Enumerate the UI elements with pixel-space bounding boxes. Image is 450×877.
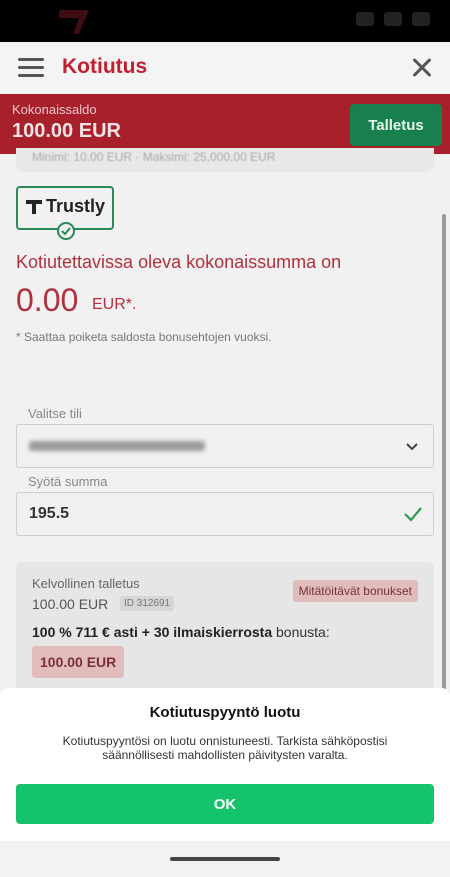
hamburger-icon[interactable] — [18, 58, 44, 78]
valid-deposit-amount: 100.00 EUR — [32, 596, 109, 612]
page-title: Kotiutus — [62, 55, 148, 78]
payment-method-trustly[interactable]: Trustly — [16, 186, 114, 240]
account-select[interactable] — [16, 424, 434, 468]
bonus-amount-badge: 100.00 EUR — [32, 646, 125, 678]
battery-icon — [412, 12, 430, 26]
withdrawal-screen: Kotiutus Kokonaissaldo 100.00 EUR Tallet… — [0, 42, 450, 877]
close-icon[interactable] — [408, 54, 436, 82]
selected-check-icon — [57, 222, 75, 240]
balance-bar: Kokonaissaldo 100.00 EUR Talletus — [0, 94, 450, 154]
status-icons — [356, 12, 430, 26]
home-indicator[interactable] — [170, 857, 280, 861]
withdrawable-currency: EUR*. — [92, 296, 137, 313]
cancel-bonuses-button[interactable]: Mitätöitävät bonukset — [292, 580, 418, 602]
payment-method-name: Trustly — [46, 196, 106, 216]
top-header: Kotiutus — [0, 42, 450, 94]
limits-card: Minimi: 10.00 EUR · Maksimi: 25,000.00 E… — [16, 148, 434, 172]
bonus-offer-bold: 100 % 711 € asti + 30 ilmaiskierrosta — [32, 624, 273, 640]
bonus-offer-suffix: bonusta: — [272, 624, 330, 640]
dialog-title: Kotiutuspyyntö luotu — [149, 704, 301, 721]
withdrawable-headline: Kotiutettavissa oleva kokonaissumma on — [16, 252, 342, 272]
limits-text: Minimi: 10.00 EUR · Maksimi: 25,000.00 E… — [32, 150, 276, 164]
balance-value: 100.00 EUR — [12, 120, 121, 142]
balance-footnote: * Saattaa poiketa saldosta bonusehtojen … — [16, 330, 272, 344]
success-dialog: Kotiutuspyyntö luotu Kotiutuspyyntösi on… — [0, 688, 450, 841]
balance-label: Kokonaissaldo — [12, 102, 97, 117]
dialog-message: Kotiutuspyyntösi on luotu onnistuneesti.… — [62, 734, 388, 762]
amount-input-label: Syötä summa — [28, 474, 108, 489]
scrollbar[interactable] — [442, 214, 446, 714]
bonus-offer-line: 100 % 711 € asti + 30 ilmaiskierrosta bo… — [32, 624, 330, 640]
deposit-id-badge: ID 312691 — [120, 596, 175, 611]
checkmark-icon — [404, 507, 422, 522]
wifi-icon — [384, 12, 402, 26]
app-logo-icon — [59, 10, 89, 34]
signal-icon — [356, 12, 374, 26]
withdrawable-amount: 0.00 — [16, 282, 79, 318]
trustly-logo-icon — [26, 200, 42, 214]
ok-button[interactable]: OK — [16, 784, 434, 824]
status-bar — [0, 0, 450, 42]
redacted-account — [29, 441, 205, 451]
chevron-down-icon — [406, 443, 418, 451]
amount-input[interactable] — [16, 492, 434, 536]
deposit-button[interactable]: Talletus — [350, 104, 442, 146]
account-select-label: Valitse tili — [28, 406, 82, 421]
valid-deposit-label: Kelvollinen talletus — [32, 576, 140, 591]
